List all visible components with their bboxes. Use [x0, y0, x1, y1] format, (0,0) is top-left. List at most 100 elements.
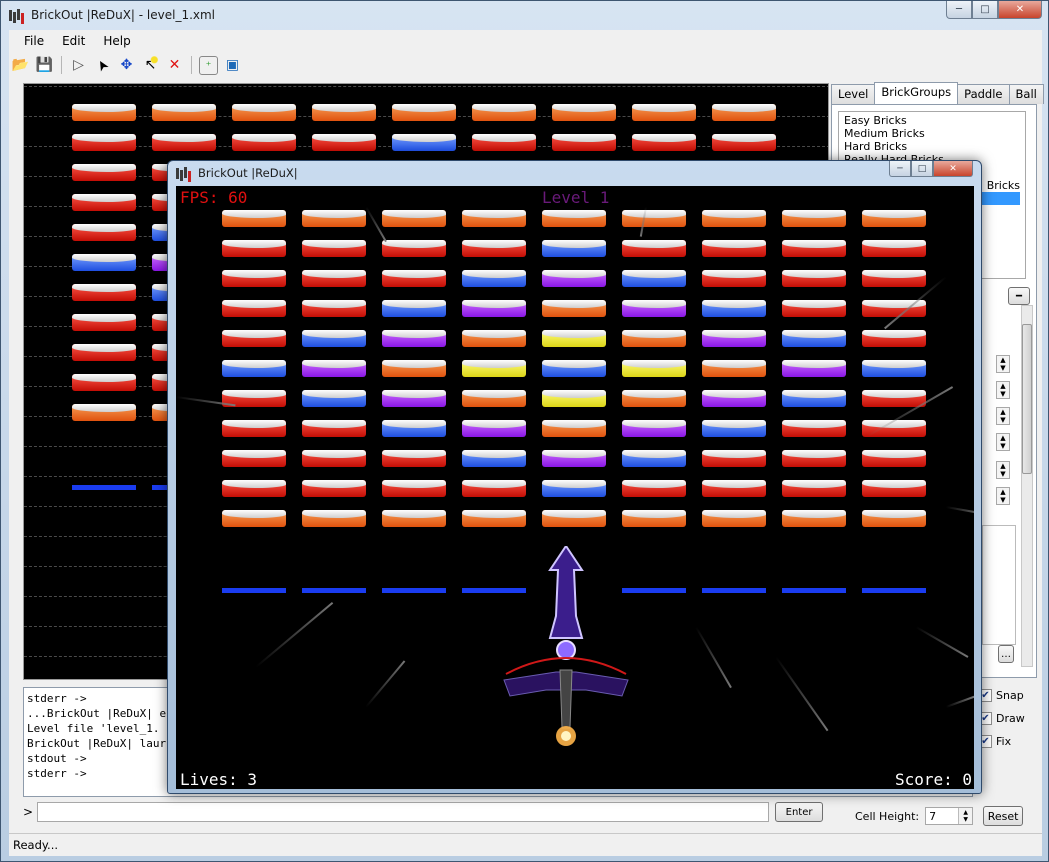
close-button[interactable]: ✕ — [998, 1, 1042, 19]
brick-blue — [462, 450, 526, 467]
editor-brick[interactable] — [712, 104, 776, 121]
toolbar-separator — [61, 56, 62, 74]
brick-red — [222, 450, 286, 467]
property-spinner[interactable]: ▲ ▼ — [996, 381, 1010, 399]
select-pointer-icon[interactable]: ➤ — [90, 52, 116, 78]
brick-red — [222, 480, 286, 497]
speed-streak — [945, 695, 974, 708]
editor-brick[interactable] — [232, 104, 296, 121]
game-window: BrickOut |ReDuX| ─ □ ✕ FPS: 60 Level 1 L… — [167, 160, 982, 794]
brick-orange — [702, 210, 766, 227]
brick-orange — [542, 510, 606, 527]
tab-brickgroups[interactable]: BrickGroups — [874, 82, 959, 104]
editor-brick[interactable] — [232, 134, 296, 151]
draw-option[interactable]: ✔ Draw — [979, 707, 1049, 730]
tab-level[interactable]: Level — [831, 84, 876, 104]
editor-brick[interactable] — [72, 284, 136, 301]
remove-group-button[interactable]: ━ — [1008, 287, 1030, 305]
editor-brick[interactable] — [552, 134, 616, 151]
fix-option[interactable]: ✔ Fix — [979, 730, 1049, 753]
browse-button[interactable]: … — [998, 645, 1014, 663]
list-item[interactable]: Medium Bricks — [844, 127, 1020, 140]
editor-brick[interactable] — [712, 134, 776, 151]
speed-streak — [775, 656, 829, 732]
editor-brick[interactable] — [72, 314, 136, 331]
panel-scrollbar[interactable] — [1021, 305, 1033, 667]
property-spinner[interactable]: ▲ ▼ — [996, 355, 1010, 373]
menu-file[interactable]: File — [15, 34, 53, 48]
fix-label: Fix — [996, 735, 1012, 748]
brick-orange — [622, 390, 686, 407]
tab-ball[interactable]: Ball — [1008, 84, 1044, 104]
editor-brick[interactable] — [552, 104, 616, 121]
list-item[interactable]: Hard Bricks — [844, 140, 1020, 153]
brick-red — [782, 420, 846, 437]
cell-height-label: Cell Height: — [855, 809, 920, 823]
reset-button[interactable]: Reset — [983, 806, 1024, 826]
image-icon[interactable]: ▣ — [223, 56, 242, 75]
editor-brick[interactable] — [312, 134, 376, 151]
property-spinner[interactable]: ▲ ▼ — [996, 433, 1010, 451]
editor-brick[interactable] — [152, 134, 216, 151]
brick-red — [462, 240, 526, 257]
cell-height-input[interactable]: 7 ▲ ▼ — [925, 807, 974, 825]
enter-button[interactable]: Enter — [775, 802, 824, 822]
game-viewport[interactable]: FPS: 60 Level 1 Lives: 3 Score: 0 — [176, 186, 974, 789]
brick-red — [782, 270, 846, 287]
brick-red — [622, 240, 686, 257]
play-icon[interactable]: ▷ — [69, 56, 88, 75]
editor-brick[interactable] — [72, 374, 136, 391]
editor-brick[interactable] — [472, 134, 536, 151]
editor-brick[interactable] — [152, 104, 216, 121]
speed-streak — [255, 601, 334, 668]
editor-brick[interactable] — [392, 134, 456, 151]
open-folder-icon[interactable]: 📂 — [11, 56, 30, 75]
property-spinner[interactable]: ▲ ▼ — [996, 407, 1010, 425]
editor-brick[interactable] — [72, 404, 136, 421]
add-brick-pointer-icon[interactable]: ↖ — [141, 55, 160, 75]
tab-paddle[interactable]: Paddle — [957, 84, 1010, 104]
editor-brick[interactable] — [72, 134, 136, 151]
delete-icon[interactable]: ✕ — [165, 56, 184, 75]
add-group-icon[interactable]: ⁺ — [199, 55, 218, 75]
move-icon[interactable]: ✥ — [117, 56, 136, 75]
editor-brick[interactable] — [472, 104, 536, 121]
snap-option[interactable]: ✔ Snap — [979, 684, 1049, 707]
menu-help[interactable]: Help — [94, 34, 139, 48]
editor-brick[interactable] — [72, 164, 136, 181]
brick-red — [622, 480, 686, 497]
maximize-button[interactable]: □ — [972, 1, 998, 19]
editor-brick[interactable] — [72, 194, 136, 211]
editor-brick[interactable] — [312, 104, 376, 121]
save-icon[interactable]: 💾 — [35, 56, 54, 75]
editor-brick[interactable] — [72, 104, 136, 121]
minimize-button[interactable]: ─ — [946, 1, 972, 19]
brick-red — [222, 240, 286, 257]
editor-brick[interactable] — [392, 104, 456, 121]
brick-purple — [542, 270, 606, 287]
editor-brick[interactable] — [72, 224, 136, 241]
editor-brick[interactable] — [72, 344, 136, 361]
brick-orange — [542, 300, 606, 317]
game-maximize-button[interactable]: □ — [911, 161, 933, 177]
property-spinner[interactable]: ▲ ▼ — [996, 487, 1010, 505]
property-spinner[interactable]: ▲ ▼ — [996, 461, 1010, 479]
editor-barrier-brick[interactable] — [72, 485, 136, 490]
brick-red — [382, 480, 446, 497]
speed-streak — [695, 626, 732, 689]
editor-brick[interactable] — [72, 254, 136, 271]
command-input[interactable] — [36, 802, 770, 822]
brick-red — [702, 480, 766, 497]
cell-height-spinner[interactable]: ▲ ▼ — [958, 808, 973, 824]
brick-orange — [622, 330, 686, 347]
list-item[interactable]: Easy Bricks — [844, 114, 1020, 127]
game-close-button[interactable]: ✕ — [933, 161, 973, 177]
editor-brick[interactable] — [632, 104, 696, 121]
editor-brick[interactable] — [632, 134, 696, 151]
game-minimize-button[interactable]: ─ — [889, 161, 911, 177]
menu-edit[interactable]: Edit — [53, 34, 94, 48]
cell-height-value: 7 — [929, 809, 937, 823]
brick-orange — [302, 210, 366, 227]
tab-strip: Level BrickGroups Paddle Ball — [831, 82, 1044, 104]
scrollbar-thumb[interactable] — [1022, 324, 1032, 474]
